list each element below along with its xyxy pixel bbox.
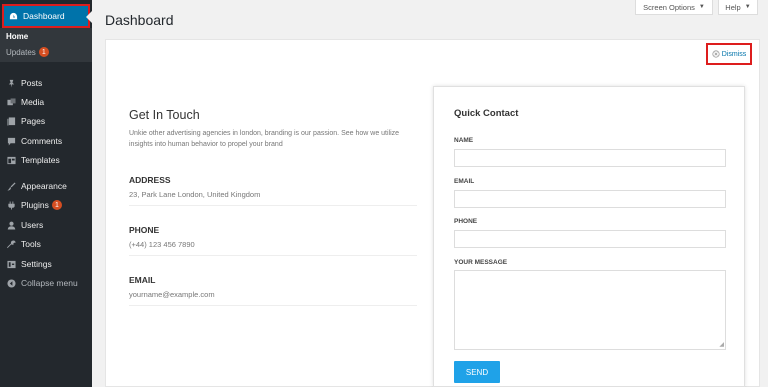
divider bbox=[129, 255, 417, 256]
phone-value: (+44) 123 456 7890 bbox=[129, 240, 195, 249]
help-label: Help bbox=[725, 2, 741, 12]
brush-icon bbox=[6, 181, 16, 191]
phone-label: PHONE bbox=[129, 225, 160, 235]
sidebar-item-appearance[interactable]: Appearance bbox=[0, 177, 92, 195]
updates-count-badge: 1 bbox=[38, 47, 49, 57]
sidebar-item-users[interactable]: Users bbox=[0, 216, 92, 234]
help-button[interactable]: Help ▼ bbox=[718, 0, 758, 15]
email-field-label: EMAIL bbox=[454, 178, 475, 185]
email-value: yourname@example.com bbox=[129, 290, 215, 299]
sidebar-item-comments[interactable]: Comments bbox=[0, 132, 92, 150]
sidebar-item-label: Templates bbox=[21, 155, 60, 165]
chevron-down-icon: ▼ bbox=[698, 4, 705, 10]
email-field[interactable] bbox=[454, 190, 726, 208]
sidebar-item-label: Dashboard bbox=[23, 11, 65, 21]
chevron-down-icon: ▼ bbox=[744, 4, 751, 10]
divider bbox=[129, 305, 417, 306]
sidebar-item-label: Tools bbox=[21, 239, 41, 249]
collapse-menu-button[interactable]: Collapse menu bbox=[0, 274, 92, 292]
sidebar-item-label: Appearance bbox=[21, 181, 67, 191]
address-value: 23, Park Lane London, United Kingdom bbox=[129, 190, 261, 199]
get-in-touch-description: Unkie other advertising agencies in lond… bbox=[129, 130, 400, 148]
screen-options-button[interactable]: Screen Options ▼ bbox=[635, 0, 713, 15]
sidebar-item-label: Posts bbox=[21, 78, 43, 88]
current-page-arrow bbox=[86, 11, 92, 23]
address-label: ADDRESS bbox=[129, 175, 171, 185]
users-icon bbox=[6, 220, 16, 230]
sidebar-item-label: Plugins bbox=[21, 200, 49, 210]
dashboard-icon bbox=[8, 11, 18, 21]
admin-sidebar: Dashboard Home Updates 1 Posts Media Pag… bbox=[0, 0, 92, 387]
message-field-label: YOUR MESSAGE bbox=[454, 259, 508, 266]
settings-icon bbox=[6, 259, 16, 269]
phone-field-label: PHONE bbox=[454, 218, 478, 225]
name-field-label: NAME bbox=[454, 137, 474, 144]
collapse-icon bbox=[6, 278, 16, 288]
sidebar-item-label: Users bbox=[21, 220, 44, 230]
sidebar-item-label: Settings bbox=[21, 259, 52, 269]
plugins-count-badge: 1 bbox=[51, 200, 62, 210]
close-circle-icon bbox=[712, 50, 720, 58]
pin-icon bbox=[6, 78, 16, 88]
sidebar-item-settings[interactable]: Settings bbox=[0, 255, 92, 273]
name-field[interactable] bbox=[454, 149, 726, 167]
sidebar-item-label: Comments bbox=[21, 136, 63, 146]
wrench-icon bbox=[6, 239, 16, 249]
pages-icon bbox=[6, 116, 16, 126]
comments-icon bbox=[6, 136, 16, 146]
dismiss-label: Dismiss bbox=[721, 50, 747, 58]
sidebar-item-plugins[interactable]: Plugins 1 bbox=[0, 196, 92, 214]
screen-options-label: Screen Options bbox=[643, 2, 695, 12]
resize-handle-icon[interactable]: ◢ bbox=[719, 342, 724, 348]
sidebar-item-tools[interactable]: Tools bbox=[0, 235, 92, 253]
email-label: EMAIL bbox=[129, 275, 156, 285]
quick-contact-title: Quick Contact bbox=[454, 108, 519, 119]
sidebar-item-media[interactable]: Media bbox=[0, 93, 92, 111]
divider bbox=[129, 205, 417, 206]
sidebar-item-dashboard[interactable]: Dashboard bbox=[2, 4, 92, 28]
media-icon bbox=[6, 97, 16, 107]
plugin-icon bbox=[6, 200, 16, 210]
get-in-touch-title: Get In Touch bbox=[129, 108, 200, 122]
sidebar-item-label: Pages bbox=[21, 116, 46, 126]
dismiss-button[interactable]: Dismiss bbox=[706, 43, 752, 65]
send-button[interactable]: SEND bbox=[454, 361, 500, 383]
sidebar-item-posts[interactable]: Posts bbox=[0, 74, 92, 92]
page-title: Dashboard bbox=[105, 12, 174, 28]
sidebar-item-label: Media bbox=[21, 97, 45, 107]
message-textarea[interactable]: ◢ bbox=[454, 270, 726, 350]
sidebar-item-pages[interactable]: Pages bbox=[0, 112, 92, 130]
submenu-item-label: Updates bbox=[6, 47, 36, 57]
sidebar-item-templates[interactable]: Templates bbox=[0, 151, 92, 169]
dashboard-submenu: Home Updates 1 bbox=[0, 28, 92, 62]
sidebar-item-label: Collapse menu bbox=[21, 278, 78, 288]
submenu-item-label: Home bbox=[6, 32, 29, 41]
phone-field[interactable] bbox=[454, 230, 726, 248]
submenu-item-updates[interactable]: Updates 1 bbox=[6, 47, 49, 57]
templates-icon bbox=[6, 155, 16, 165]
submenu-item-home[interactable]: Home bbox=[6, 32, 28, 41]
